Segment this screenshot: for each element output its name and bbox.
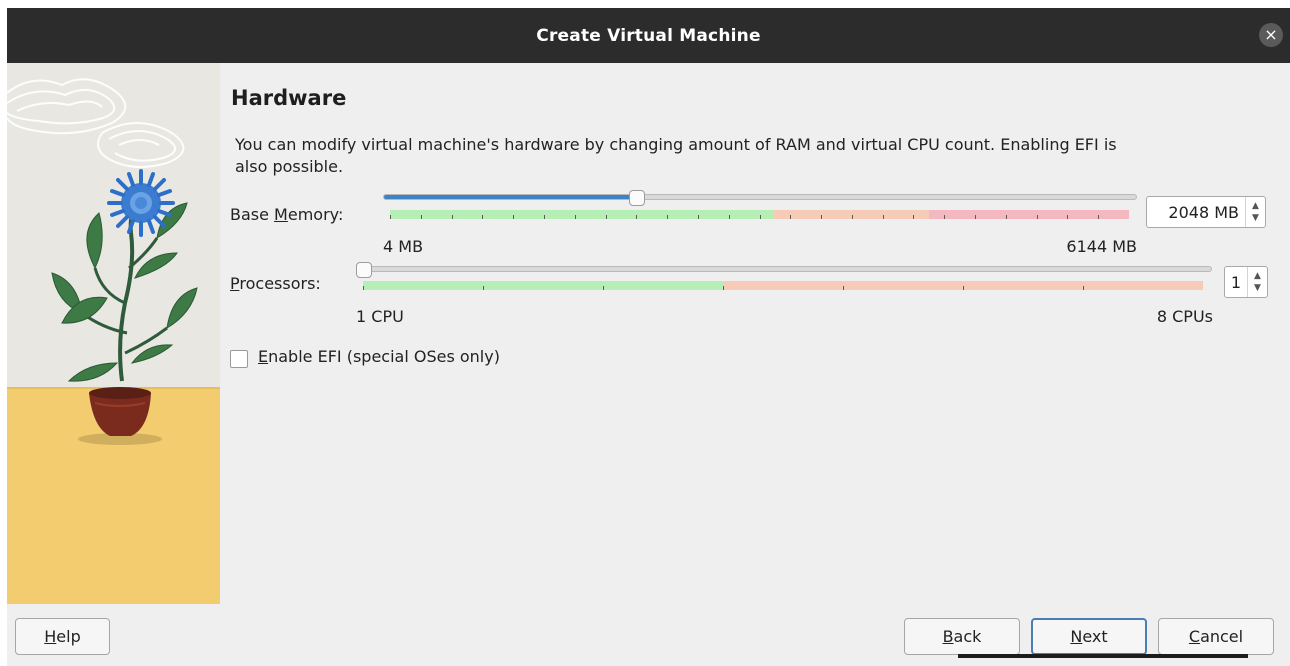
chevron-down-icon[interactable]: ▼ [1252, 213, 1259, 223]
processors-label: Processors: [230, 274, 321, 293]
base-memory-slider-handle[interactable] [628, 190, 645, 206]
chevron-up-icon[interactable]: ▲ [1254, 271, 1261, 281]
processors-value: 1 [1230, 273, 1241, 292]
mem-tick [482, 215, 484, 219]
memory-min-label: 4 MB [383, 237, 424, 256]
mem-tick [821, 215, 823, 219]
next-button[interactable]: Next [1031, 618, 1147, 655]
base-memory-label: Base Memory: [230, 205, 344, 224]
page-content: Hardware You can modify virtual machine'… [7, 8, 1290, 666]
mem-tick [913, 215, 915, 219]
cpu-tick [483, 286, 484, 290]
mem-tick [1005, 215, 1007, 219]
enable-efi-label[interactable]: Enable EFI (special OSes only) [258, 347, 500, 366]
enable-efi-checkbox[interactable] [230, 350, 248, 368]
back-button[interactable]: Back [904, 618, 1020, 655]
base-memory-range-bar [390, 210, 1129, 219]
processors-zone-green [363, 281, 725, 290]
mem-tick [1098, 215, 1100, 219]
base-memory-spinbox[interactable]: 2048 MB ▲ ▼ [1146, 196, 1266, 228]
processors-slider-handle[interactable] [356, 262, 372, 278]
mem-tick [882, 215, 884, 219]
mem-tick [1036, 215, 1038, 219]
chevron-up-icon[interactable]: ▲ [1252, 201, 1259, 211]
mem-tick [574, 215, 576, 219]
processors-slider[interactable] [356, 266, 1212, 272]
mem-tick [605, 215, 607, 219]
cpu-tick [603, 286, 604, 290]
processors-spin-arrows[interactable]: ▲ ▼ [1247, 267, 1267, 297]
mem-tick [636, 215, 638, 219]
cancel-button[interactable]: Cancel [1158, 618, 1274, 655]
cpu-tick [363, 286, 364, 290]
cpu-tick [723, 286, 724, 290]
processors-max-label: 8 CPUs [1156, 307, 1213, 326]
mem-tick [390, 215, 391, 219]
mem-tick [667, 215, 669, 219]
cpu-tick [843, 286, 844, 290]
page-description: You can modify virtual machine's hardwar… [235, 135, 1117, 176]
mem-tick [420, 215, 422, 219]
base-memory-spin-arrows[interactable]: ▲ ▼ [1245, 197, 1265, 227]
mem-tick [851, 215, 853, 219]
mem-tick [975, 215, 977, 219]
create-vm-dialog: Create Virtual Machine × Hardware You ca… [7, 8, 1290, 666]
memory-zone-green [390, 210, 775, 219]
mem-tick [759, 215, 761, 219]
base-memory-value: 2048 MB [1168, 203, 1239, 222]
cpu-tick [1083, 286, 1084, 290]
processors-spinbox[interactable]: 1 ▲ ▼ [1224, 266, 1268, 298]
mem-tick [790, 215, 792, 219]
base-memory-slider-fill [384, 195, 635, 199]
mem-tick [451, 215, 453, 219]
mem-tick [697, 215, 699, 219]
mem-tick [944, 215, 946, 219]
mem-tick [543, 215, 545, 219]
mem-tick [1067, 215, 1069, 219]
taskbar-edge [958, 654, 1248, 658]
processors-range-bar [363, 281, 1203, 290]
help-button[interactable]: Help [15, 618, 110, 655]
mem-tick [513, 215, 515, 219]
cpu-tick [963, 286, 964, 290]
mem-tick [728, 215, 730, 219]
processors-min-label: 1 CPU [356, 307, 404, 326]
chevron-down-icon[interactable]: ▼ [1254, 283, 1261, 293]
memory-max-label: 6144 MB [1066, 237, 1137, 256]
page-title: Hardware [231, 86, 347, 110]
base-memory-slider[interactable] [383, 194, 1137, 200]
